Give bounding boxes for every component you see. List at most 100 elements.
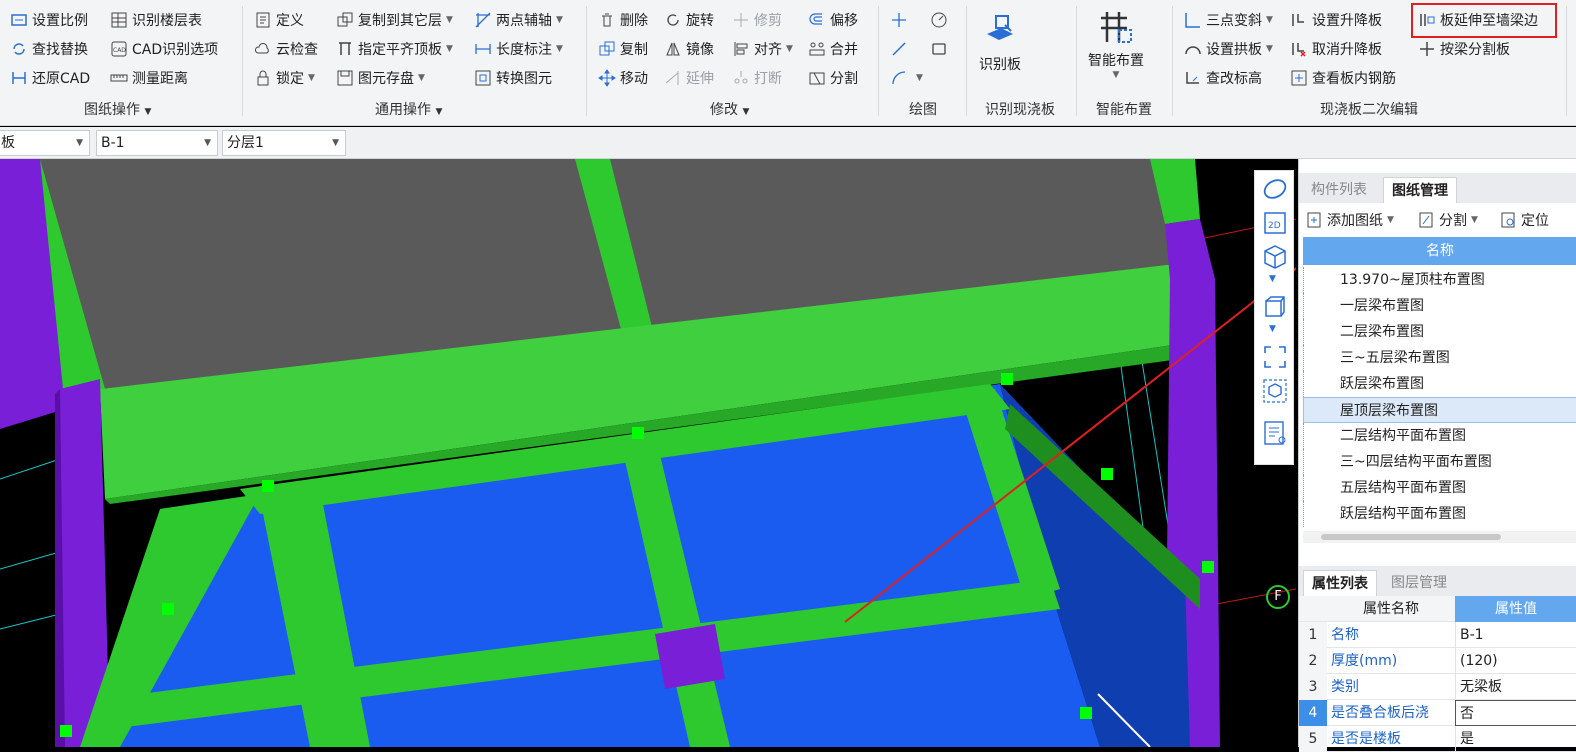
measure-distance-button[interactable]: 测量距离 <box>110 66 188 90</box>
rotate-button[interactable]: 旋转 <box>664 8 714 32</box>
rotate-icon <box>667 14 679 26</box>
mirror-label: 镜像 <box>686 42 714 58</box>
rect-draw-button[interactable] <box>930 37 952 61</box>
chevron-down-icon[interactable]: ▼ <box>1269 324 1276 334</box>
property-value[interactable]: B-1 <box>1455 622 1576 648</box>
fullscreen-icon[interactable] <box>1261 343 1289 371</box>
save-elements-button[interactable]: 图元存盘 ▼ <box>336 66 425 90</box>
convert-elements-label: 转换图元 <box>496 71 552 87</box>
chevron-down-icon[interactable]: ▼ <box>1269 274 1276 284</box>
break-icon <box>734 71 748 84</box>
table-row[interactable]: 5 是否是楼板 是 <box>1299 726 1576 752</box>
right-panel: 构件列表 图纸管理 添加图纸 ▼ 分割 ▼ 定位 名称 13.970~屋顶柱布置图一… <box>1298 159 1576 752</box>
cloud-check-button[interactable]: 云检查 <box>254 37 318 61</box>
list-item[interactable]: 跃层梁布置图 <box>1303 371 1576 397</box>
convert-elements-button[interactable]: 转换图元 <box>474 66 552 90</box>
smart-layout-button[interactable]: 智能布置 ▼ <box>1084 8 1148 80</box>
move-button[interactable]: 移动 <box>598 66 648 90</box>
break-button[interactable]: 打断 <box>732 66 782 90</box>
table-row[interactable]: 3 类别 无梁板 <box>1299 674 1576 700</box>
define-button[interactable]: 定义 <box>254 8 304 32</box>
scrollbar-thumb[interactable] <box>1321 534 1501 540</box>
list-item[interactable]: 跃层结构平面布置图 <box>1303 501 1576 527</box>
element-name-select[interactable]: B-1 ▼ <box>96 130 218 156</box>
identify-floor-table-button[interactable]: 识别楼层表 <box>110 8 202 32</box>
rebar-icon <box>1291 70 1307 86</box>
table-row[interactable]: 4 是否叠合板后浇 否 <box>1299 700 1576 726</box>
set-scale-button[interactable]: 设置比例 <box>10 8 88 32</box>
tab-component-list[interactable]: 构件列表 <box>1303 177 1375 203</box>
list-item[interactable]: 二层结构平面布置图 <box>1303 423 1576 449</box>
drawing-list-scrollbar[interactable] <box>1303 531 1576 543</box>
arc-draw-button[interactable]: ▼ <box>890 66 923 90</box>
tab-layer-management[interactable]: 图层管理 <box>1383 570 1455 596</box>
orbit-icon[interactable] <box>1261 175 1289 203</box>
list-item[interactable]: 一层梁布置图 <box>1303 293 1576 319</box>
group-label-modify[interactable]: 修改 ▼ <box>710 99 749 119</box>
3d-viewport[interactable]: F <box>0 159 1296 747</box>
property-value[interactable]: 否 <box>1455 700 1576 726</box>
table-row[interactable]: 2 厚度(mm) (120) <box>1299 648 1576 674</box>
group-label-drawing-ops[interactable]: 图纸操作 ▼ <box>84 99 151 119</box>
trim-button[interactable]: 修剪 <box>732 8 782 32</box>
property-value[interactable]: 无梁板 <box>1455 674 1576 700</box>
tab-property-list[interactable]: 属性列表 <box>1303 570 1377 596</box>
check-elevation-button[interactable]: 查改标高 <box>1184 66 1262 90</box>
add-drawing-button[interactable]: 添加图纸 ▼ <box>1305 208 1394 232</box>
mirror-button[interactable]: 镜像 <box>664 37 714 61</box>
lock-button[interactable]: 锁定 ▼ <box>254 66 315 90</box>
line-draw-button[interactable] <box>890 37 912 61</box>
ribbon-separator <box>966 6 967 116</box>
length-dimension-button[interactable]: 长度标注 ▼ <box>474 37 563 61</box>
find-replace-button[interactable]: 查找替换 <box>10 37 88 61</box>
layer-select[interactable]: 分层1 ▼ <box>222 130 346 156</box>
locate-drawing-button[interactable]: 定位 <box>1499 208 1549 232</box>
3d-view-icon[interactable] <box>1261 243 1289 271</box>
group-label-common-ops[interactable]: 通用操作 ▼ <box>375 99 442 119</box>
split-drawing-icon <box>1419 212 1433 228</box>
table-row[interactable]: 1 名称 B-1 <box>1299 622 1576 648</box>
view-settings-icon[interactable] <box>1261 419 1289 447</box>
copy-button[interactable]: 复制 <box>598 37 648 61</box>
row-number: 2 <box>1299 648 1327 674</box>
axis-icon <box>475 12 491 28</box>
dynamic-observe-icon[interactable] <box>1261 377 1289 405</box>
property-value[interactable]: 是 <box>1455 726 1576 752</box>
set-raise-lower-slab-button[interactable]: 设置升降板 <box>1290 8 1382 32</box>
box-view-icon[interactable] <box>1261 293 1289 321</box>
scale-icon <box>11 14 27 26</box>
point-draw-button[interactable] <box>890 8 912 32</box>
element-type-select[interactable]: 板 ▼ <box>0 130 90 156</box>
list-item[interactable]: 五层结构平面布置图 <box>1303 475 1576 501</box>
three-point-slope-button[interactable]: 三点变斜 ▼ <box>1184 8 1273 32</box>
list-item[interactable]: 三~五层梁布置图 <box>1303 345 1576 371</box>
set-arch-slab-button[interactable]: 设置拱板 ▼ <box>1184 37 1273 61</box>
property-value[interactable]: (120) <box>1455 648 1576 674</box>
view-slab-rebar-button[interactable]: 查看板内钢筋 <box>1290 66 1396 90</box>
list-item[interactable]: 13.970~屋顶柱布置图 <box>1303 267 1576 293</box>
list-item[interactable]: 屋顶层梁布置图 <box>1303 397 1576 423</box>
grid-layout-icon <box>1101 12 1132 43</box>
merge-button[interactable]: 合并 <box>808 37 858 61</box>
delete-button[interactable]: 删除 <box>598 8 648 32</box>
move-label: 移动 <box>620 71 648 87</box>
identify-slab-button[interactable]: 识别板 <box>976 12 1024 74</box>
split-button[interactable]: 分割 <box>808 66 858 90</box>
2d-view-icon[interactable]: 2D <box>1261 209 1289 237</box>
restore-cad-button[interactable]: 还原CAD <box>10 66 90 90</box>
two-point-axis-button[interactable]: 两点辅轴 ▼ <box>474 8 563 32</box>
list-item[interactable]: 三~四层结构平面布置图 <box>1303 449 1576 475</box>
list-item[interactable]: 二层梁布置图 <box>1303 319 1576 345</box>
offset-button[interactable]: 偏移 <box>808 8 858 32</box>
copy-to-other-floors-button[interactable]: 复制到其它层 ▼ <box>336 8 453 32</box>
rotate-point-button[interactable] <box>930 8 952 32</box>
tab-drawing-management[interactable]: 图纸管理 <box>1383 177 1457 203</box>
align-button[interactable]: 对齐 ▼ <box>732 37 793 61</box>
extend-button[interactable]: 延伸 <box>664 66 714 90</box>
cancel-raise-lower-button[interactable]: 取消升降板 <box>1290 37 1382 61</box>
cad-recognize-options-button[interactable]: CAD CAD识别选项 <box>110 37 218 61</box>
axis-badge: F <box>1266 585 1290 609</box>
flush-top-slab-button[interactable]: 指定平齐顶板 ▼ <box>336 37 453 61</box>
split-slab-by-beam-button[interactable]: 按梁分割板 <box>1418 37 1510 61</box>
split-drawing-button[interactable]: 分割 ▼ <box>1417 208 1478 232</box>
